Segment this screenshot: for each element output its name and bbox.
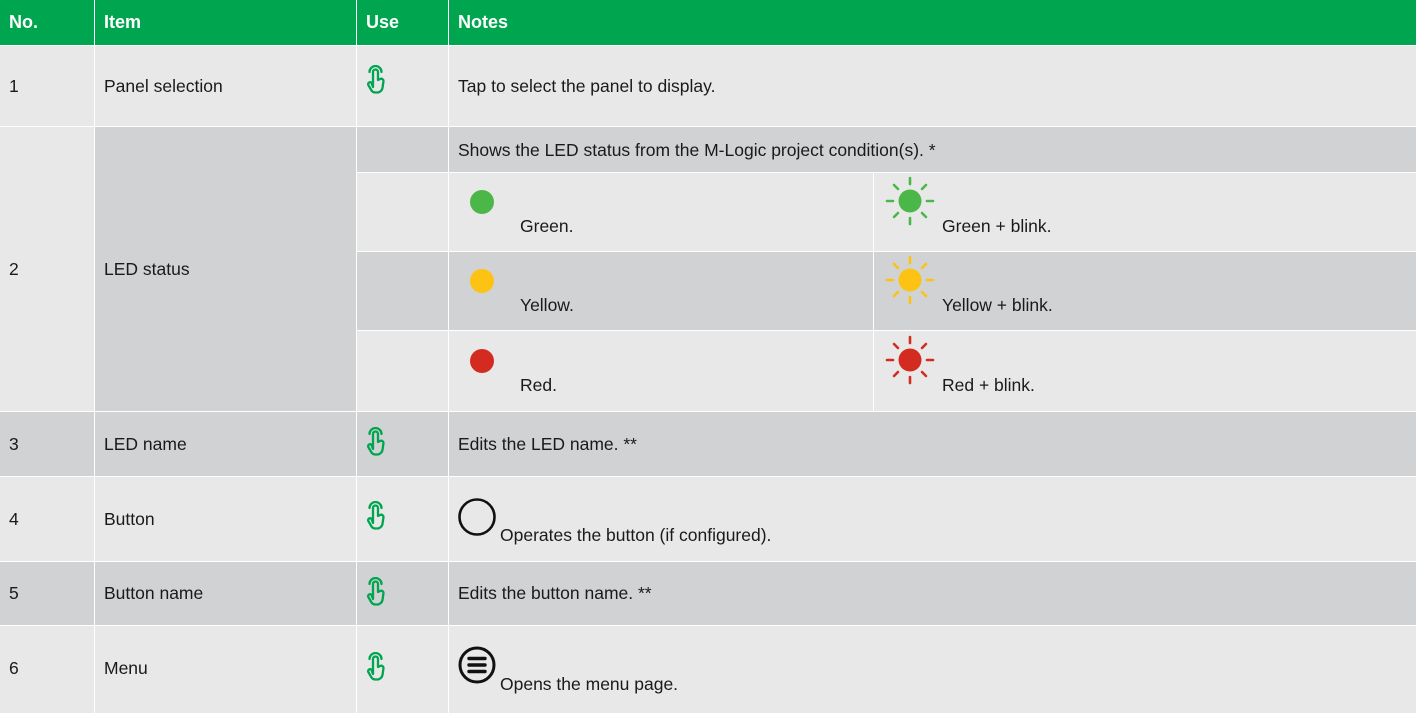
circle-button-icon	[458, 498, 496, 536]
led-yellow-blink-label: Yellow + blink.	[942, 295, 1053, 315]
tap-hand-icon	[367, 427, 385, 456]
led-status-description: Shows the LED status from the M-Logic pr…	[449, 127, 1416, 172]
led-green-blink: Green + blink.	[874, 173, 1416, 251]
led-yellow-icon	[470, 269, 494, 293]
row-number: 2	[0, 127, 95, 411]
header-item: Item	[95, 0, 357, 45]
row-number: 1	[0, 46, 95, 126]
led-red-blink-label: Red + blink.	[942, 375, 1035, 395]
led-yellow-blink-icon	[885, 255, 935, 305]
table-row: 3 LED name Edits the LED name. **	[0, 412, 1416, 476]
row-note: Opens the menu page.	[500, 674, 679, 694]
header-no: No.	[0, 0, 95, 45]
tap-hand-icon	[367, 652, 385, 681]
row-note: Tap to select the panel to display.	[449, 46, 1416, 126]
led-red-icon	[470, 349, 494, 373]
led-red: Red.	[449, 331, 874, 411]
row-item: Button	[95, 477, 357, 561]
led-yellow-blink: Yellow + blink.	[874, 252, 1416, 330]
led-green-blink-icon	[885, 176, 935, 226]
led-green-icon	[470, 190, 494, 214]
row-item: Menu	[95, 626, 357, 713]
row-item: Button name	[95, 562, 357, 625]
table-row: 6 Menu Opens the menu page.	[0, 626, 1416, 713]
led-red-blink-icon	[885, 335, 935, 385]
tap-hand-icon	[367, 65, 385, 94]
header-notes: Notes	[449, 0, 1416, 45]
row-note: Edits the LED name. **	[449, 412, 1416, 476]
tap-hand-icon	[367, 501, 385, 530]
row-item: Panel selection	[95, 46, 357, 126]
row-item: LED status	[95, 127, 357, 411]
menu-icon	[458, 646, 496, 684]
row-note-cell: Opens the menu page.	[449, 626, 1416, 713]
led-green-label: Green.	[520, 216, 574, 236]
led-yellow-label: Yellow.	[520, 295, 574, 315]
row-note: Edits the button name. **	[449, 562, 1416, 625]
row-use	[357, 562, 449, 625]
row-use	[357, 477, 449, 561]
row-number: 3	[0, 412, 95, 476]
led-green: Green.	[449, 173, 874, 251]
table-row: 1 Panel selection Tap to select the pane…	[0, 46, 1416, 126]
led-red-label: Red.	[520, 375, 557, 395]
table-row: 5 Button name Edits the button name. **	[0, 562, 1416, 625]
led-yellow: Yellow.	[449, 252, 874, 330]
row-note: Operates the button (if configured).	[500, 525, 772, 545]
row-number: 6	[0, 626, 95, 713]
row-use	[357, 412, 449, 476]
table-row: 2 LED status Shows the LED status from t…	[0, 127, 1416, 411]
tap-hand-icon	[367, 576, 385, 606]
row-use	[357, 626, 449, 713]
header-use: Use	[357, 0, 449, 45]
table-row: 4 Button Operates the button (if configu…	[0, 477, 1416, 561]
row-number: 5	[0, 562, 95, 625]
row-note-cell: Operates the button (if configured).	[449, 477, 1416, 561]
table-header: No. Item Use Notes	[0, 0, 1416, 45]
row-use	[357, 46, 449, 126]
row-item: LED name	[95, 412, 357, 476]
row-note: Shows the LED status from the M-Logic pr…	[458, 140, 936, 160]
table: No. Item Use Notes 1 Panel selection Tap…	[0, 0, 1416, 713]
led-red-blink: Red + blink.	[874, 331, 1416, 411]
row-number: 4	[0, 477, 95, 561]
led-green-blink-label: Green + blink.	[942, 216, 1052, 236]
